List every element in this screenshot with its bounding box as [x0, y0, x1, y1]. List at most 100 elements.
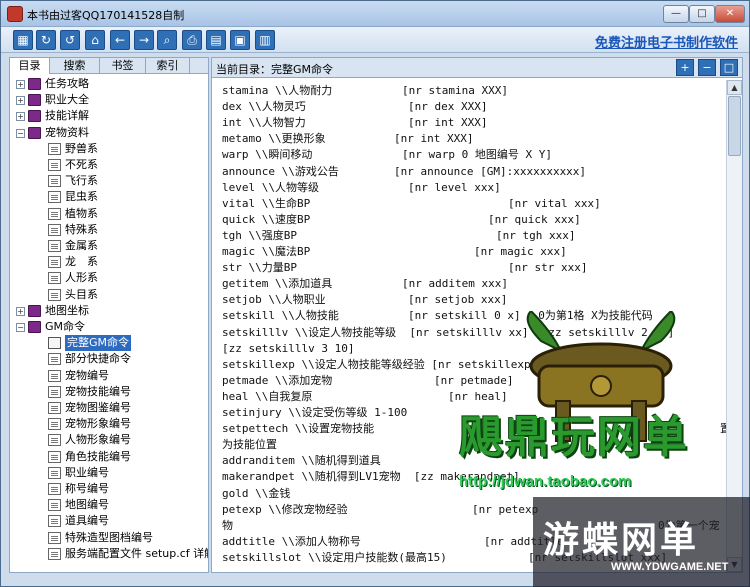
exit-button[interactable]: ▥: [255, 30, 275, 50]
expand-icon[interactable]: +: [16, 306, 25, 316]
content-line: int \\人物智力 [nr int XXX]: [222, 116, 722, 130]
page-icon: [48, 385, 61, 398]
book-icon: [28, 126, 41, 139]
line-command: [nr additem xxx]: [402, 277, 508, 291]
content-line: setskill \\人物技能 [nr setskill 0 x] 0为第1格 X…: [222, 309, 722, 323]
tree-label: 部分快捷命令: [65, 352, 131, 366]
collapse-icon[interactable]: −: [16, 128, 25, 138]
tree-label: 服务端配置文件 setup.cf 详解: [65, 546, 208, 560]
page-icon: [48, 434, 61, 447]
tree-label: 人物形象编号: [65, 433, 131, 447]
tree-label: 飞行系: [65, 174, 98, 188]
tree-label: 头目系: [65, 287, 98, 301]
tree-button[interactable]: ▦: [13, 30, 33, 50]
content-line: stamina \\人物耐力 [nr stamina XXX]: [222, 84, 722, 98]
fullscreen-icon: □: [723, 61, 735, 74]
fullscreen-button[interactable]: □: [720, 59, 738, 76]
maximize-button[interactable]: □: [689, 5, 715, 23]
line-command: [nr setskill 0 x] 0为第1格 X为技能代码: [408, 309, 653, 323]
tab-contents[interactable]: 目录: [10, 58, 50, 74]
bookmark-button[interactable]: ▤: [206, 30, 226, 50]
line-text: stamina \\人物耐力: [222, 84, 333, 97]
scroll-up-button[interactable]: ▲: [727, 80, 742, 95]
tab-bookmarks[interactable]: 书签: [100, 58, 146, 74]
line-text: setpettech \\设置宠物技能: [222, 422, 375, 436]
line-text: 物: [222, 518, 233, 532]
open-book-icon: [48, 337, 61, 350]
line-text: vital \\生命BP: [222, 196, 311, 210]
page-icon: [48, 142, 61, 155]
expand-icon[interactable]: +: [16, 112, 25, 122]
page-icon: [48, 547, 61, 560]
page-icon: [48, 515, 61, 528]
expand-icon[interactable]: +: [16, 96, 25, 106]
tree-label: 人形系: [65, 271, 98, 285]
tree-label: 特殊造型图档编号: [65, 530, 153, 544]
current-directory-label: 当前目录：完整GM命令: [216, 63, 334, 76]
print-button[interactable]: ⎙: [182, 30, 202, 50]
tree-label: 道具编号: [65, 514, 109, 528]
app-window: 本书由过客QQ170141528自制 — □ ✕ ▦ ↻ ↺ ⌂ ← → ⌕ ⎙ ▤ ▣ ▥ 免费注…: [0, 0, 750, 587]
collapse-icon[interactable]: −: [16, 323, 25, 332]
page-icon: [48, 499, 61, 512]
forward-button[interactable]: →: [134, 30, 154, 50]
line-text: petexp \\修改宠物经验: [222, 502, 348, 516]
line-text: magic \\魔法BP: [222, 245, 311, 258]
home-button[interactable]: ⌂: [85, 30, 105, 50]
content-line: 为技能位置: [222, 438, 722, 452]
scroll-thumb[interactable]: [728, 96, 741, 156]
zoom-in-button[interactable]: +: [676, 59, 694, 76]
tree-label: 植物系: [65, 206, 98, 220]
back-button[interactable]: ←: [110, 30, 130, 50]
undo-button[interactable]: ↺: [60, 30, 80, 50]
page-icon: [48, 191, 61, 204]
window-title: 本书由过客QQ170141528自制: [27, 9, 185, 22]
line-text: level \\人物等级: [222, 180, 319, 194]
line-command: [nr petmade]: [434, 373, 514, 387]
line-command: [nr warp 0 地图编号 X Y]: [402, 148, 552, 162]
export-button[interactable]: ▣: [230, 30, 250, 50]
line-text: setjob \\人物职业: [222, 293, 326, 307]
line-command: [nr tgh xxx]: [496, 228, 576, 242]
tree-label: 任务攻略: [45, 77, 89, 90]
line-command: [nr petexp: [472, 502, 539, 516]
content-line: [zz setskilllv 3 10]: [222, 342, 722, 356]
line-text: [zz setskilllv 3 10]: [222, 341, 355, 355]
content-line: level \\人物等级 [nr level xxx]: [222, 181, 722, 195]
zoom-out-button[interactable]: −: [698, 59, 716, 76]
search-button[interactable]: ⌕: [157, 30, 177, 50]
tree-label: 宠物形象编号: [65, 417, 131, 431]
page-icon: [48, 402, 61, 414]
minimize-button[interactable]: —: [663, 5, 689, 23]
line-text: heal \\自我复原: [222, 389, 313, 403]
page-icon: [48, 353, 61, 366]
register-link[interactable]: 免费注册电子书制作软件: [595, 32, 738, 51]
line-text: makerandpet \\随机得到LV1宠物 [zz makerandpet]: [222, 470, 520, 484]
line-text: metamo \\更换形象: [222, 132, 326, 146]
tree-label: 宠物技能编号: [65, 384, 131, 398]
line-command: [nr int XXX]: [408, 116, 488, 130]
line-command: [nr magic xxx]: [474, 245, 567, 258]
path-bar: 当前目录：完整GM命令 + − □: [212, 58, 742, 78]
search-icon: ⌕: [163, 33, 171, 47]
tab-index[interactable]: 索引: [146, 58, 190, 74]
print-icon: ⎙: [187, 33, 197, 47]
tab-search[interactable]: 搜索: [50, 58, 100, 74]
watermark2-url: WWW.YDWGAME.NET: [611, 561, 729, 573]
tree-icon: ▦: [17, 33, 29, 47]
book-icon: [28, 94, 41, 107]
tree-label: 角色技能编号: [65, 449, 131, 463]
close-button[interactable]: ✕: [715, 5, 745, 23]
line-command: [nr setjob xxx]: [408, 293, 508, 307]
title-bar[interactable]: 本书由过客QQ170141528自制 — □ ✕: [1, 1, 749, 27]
refresh-button[interactable]: ↻: [36, 30, 56, 50]
tree-label: 特殊系: [65, 222, 98, 236]
line-text: dex \\人物灵巧: [222, 100, 306, 114]
expand-icon[interactable]: +: [16, 80, 25, 89]
tree-label: 金属系: [65, 239, 98, 252]
page-icon: [48, 466, 61, 479]
content-panel: 当前目录：完整GM命令 + − □ stamina \\人物耐力 [nr stam…: [211, 57, 743, 573]
toolbar: ▦ ↻ ↺ ⌂ ← → ⌕ ⎙ ▤ ▣ ▥ 免费注册电子书制作软件: [1, 27, 749, 53]
page-icon: [48, 207, 61, 220]
content-line: makerandpet \\随机得到LV1宠物 [zz makerandpet]: [222, 470, 722, 484]
